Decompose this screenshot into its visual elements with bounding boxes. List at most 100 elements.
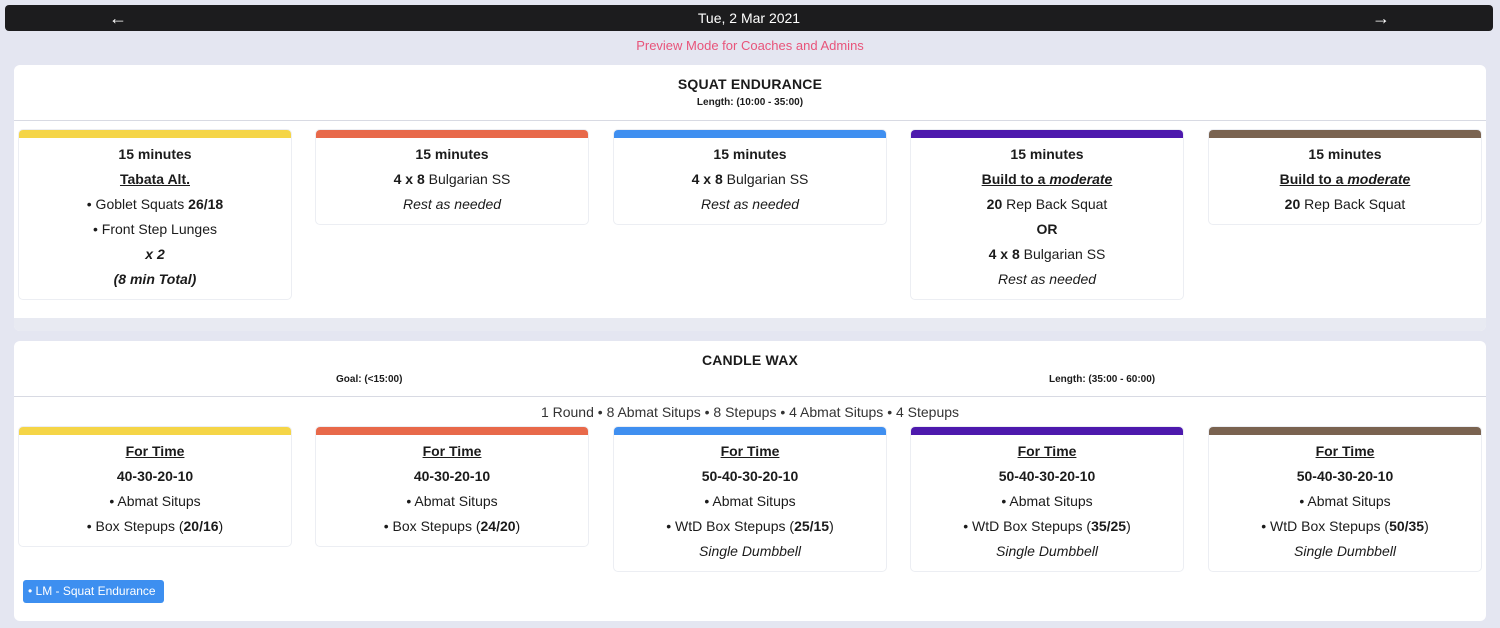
card-line: 15 minutes	[316, 145, 588, 170]
card-line-text: • Front Step Lunges	[93, 221, 217, 237]
card-line: Single Dumbbell	[614, 542, 886, 567]
card-line-text: 4 x 8	[691, 171, 723, 187]
card-line-text: Single Dumbbell	[699, 543, 801, 559]
section-title: CANDLE WAX	[701, 352, 799, 368]
card-line-text: 26/18	[188, 196, 224, 212]
card-line: Single Dumbbell	[911, 542, 1183, 567]
card-line-text: moderate	[1347, 171, 1411, 187]
track-color-bar	[19, 130, 291, 138]
card-lines: 15 minutes 4 x 8 Bulgarian SS Rest as need…	[614, 138, 886, 220]
track-card: 15 minutes Build to a moderate 20 Rep Bac…	[1209, 130, 1481, 224]
card-line-text: 15 minutes	[1308, 146, 1382, 162]
card-line: • Abmat Situps	[911, 492, 1183, 517]
card-line-text: 50-40-30-20-10	[1296, 468, 1394, 484]
card-line: • WtD Box Stepups (50/35)	[1209, 517, 1481, 542]
card-line: 40-30-20-10	[316, 467, 588, 492]
card-line: Build to a moderate	[1209, 170, 1481, 195]
card-line-text: 20	[1284, 196, 1301, 212]
card-line-text: moderate	[1049, 171, 1113, 187]
track-color-bar	[19, 427, 291, 435]
card-line: 50-40-30-20-10	[1209, 467, 1481, 492]
track-card: 15 minutes Tabata Alt. • Goblet Squats 26/…	[19, 130, 291, 299]
card-line-text: 15 minutes	[118, 146, 192, 162]
card-line: 40-30-20-10	[19, 467, 291, 492]
section-title: SQUAT ENDURANCE	[677, 76, 823, 92]
card-lines: For Time 50-40-30-20-10 • Abmat Situps • Wt…	[1209, 435, 1481, 567]
track-color-bar	[1209, 130, 1481, 138]
section-length: Length: (10:00 - 35:00)	[696, 97, 804, 108]
card-lines: 15 minutes 4 x 8 Bulgarian SS Rest as need…	[316, 138, 588, 220]
card-line: 4 x 8 Bulgarian SS	[911, 245, 1183, 270]
current-date: Tue, 2 Mar 2021	[697, 10, 801, 26]
card-line-text: 4 x 8	[393, 171, 425, 187]
section-header: SQUAT ENDURANCE Length: (10:00 - 35:00)	[14, 65, 1486, 121]
card-line-text: (8 min Total)	[113, 271, 197, 287]
track-color-bar	[316, 427, 588, 435]
card-line-text: • Abmat Situps	[406, 493, 498, 509]
card-line-text: • Abmat Situps	[1001, 493, 1093, 509]
next-day-arrow-icon[interactable]: →	[1371, 8, 1391, 28]
card-line: Single Dumbbell	[1209, 542, 1481, 567]
card-line-text: 50/35	[1389, 518, 1425, 534]
card-line-text: Bulgarian SS	[722, 171, 809, 187]
section-description: 1 Round • 8 Abmat Situps • 8 Stepups • 4…	[540, 404, 960, 420]
card-line-text: Single Dumbbell	[1294, 543, 1396, 559]
card-line-text: )	[515, 518, 521, 534]
card-line-text: 15 minutes	[415, 146, 489, 162]
card-line-text: • WtD Box Stepups (	[666, 518, 795, 534]
card-line-text: 20/16	[183, 518, 219, 534]
card-lines: For Time 50-40-30-20-10 • Abmat Situps • Wt…	[911, 435, 1183, 567]
card-line: Rest as needed	[911, 270, 1183, 295]
card-line: 50-40-30-20-10	[614, 467, 886, 492]
card-line: 15 minutes	[614, 145, 886, 170]
card-line-text: Rest as needed	[402, 196, 502, 212]
section-header: CANDLE WAX Goal: (<15:00) Length: (35:00…	[14, 341, 1486, 397]
card-line-text: 40-30-20-10	[116, 468, 194, 484]
card-line: • Box Stepups (20/16)	[19, 517, 291, 542]
card-line-text: • Abmat Situps	[704, 493, 796, 509]
card-line-text: Rep Back Squat	[1300, 196, 1406, 212]
card-line: For Time	[614, 442, 886, 467]
card-line-text: • WtD Box Stepups (	[1261, 518, 1390, 534]
card-line: For Time	[1209, 442, 1481, 467]
card-lines: For Time 40-30-20-10 • Abmat Situps • Box S…	[19, 435, 291, 542]
card-line: 20 Rep Back Squat	[911, 195, 1183, 220]
section-footer	[14, 318, 1486, 331]
card-line: • Abmat Situps	[614, 492, 886, 517]
card-line-text: • Box Stepups (	[383, 518, 481, 534]
section-goal: Goal: (<15:00)	[336, 374, 403, 385]
card-line: For Time	[316, 442, 588, 467]
card-line: • Box Stepups (24/20)	[316, 517, 588, 542]
section-length: Length: (35:00 - 60:00)	[1049, 374, 1156, 385]
card-line-text: 35/25	[1091, 518, 1127, 534]
card-line-text: • Abmat Situps	[109, 493, 201, 509]
card-line-text: Single Dumbbell	[996, 543, 1098, 559]
track-color-bar	[911, 427, 1183, 435]
card-line: 15 minutes	[19, 145, 291, 170]
card-line: For Time	[911, 442, 1183, 467]
card-line: 4 x 8 Bulgarian SS	[316, 170, 588, 195]
card-line: • Goblet Squats 26/18	[19, 195, 291, 220]
card-line-text: 15 minutes	[1010, 146, 1084, 162]
card-line-text: • WtD Box Stepups (	[963, 518, 1092, 534]
track-color-bar	[316, 130, 588, 138]
card-lines: For Time 40-30-20-10 • Abmat Situps • Box S…	[316, 435, 588, 542]
track-card: For Time 40-30-20-10 • Abmat Situps • Box S…	[19, 427, 291, 546]
card-line: • Abmat Situps	[316, 492, 588, 517]
track-card: For Time 50-40-30-20-10 • Abmat Situps • Wt…	[911, 427, 1183, 571]
card-lines: 15 minutes Build to a moderate 20 Rep Bac…	[1209, 138, 1481, 220]
track-card: 15 minutes 4 x 8 Bulgarian SS Rest as need…	[614, 130, 886, 224]
card-line: • Abmat Situps	[1209, 492, 1481, 517]
card-lines: For Time 50-40-30-20-10 • Abmat Situps • Wt…	[614, 435, 886, 567]
card-line: • WtD Box Stepups (25/15)	[614, 517, 886, 542]
workout-tag-lm-squat-endurance[interactable]: • LM - Squat Endurance	[23, 580, 164, 603]
card-line: 15 minutes	[1209, 145, 1481, 170]
card-line-text: Rep Back Squat	[1002, 196, 1108, 212]
card-line-text: Tabata Alt.	[119, 171, 190, 187]
preview-mode-notice: Preview Mode for Coaches and Admins	[636, 38, 864, 53]
card-line-text: • Abmat Situps	[1299, 493, 1391, 509]
card-line-text: 25/15	[794, 518, 830, 534]
card-line-text: Bulgarian SS	[1019, 246, 1106, 262]
card-line: Rest as needed	[316, 195, 588, 220]
track-card: For Time 50-40-30-20-10 • Abmat Situps • Wt…	[1209, 427, 1481, 571]
